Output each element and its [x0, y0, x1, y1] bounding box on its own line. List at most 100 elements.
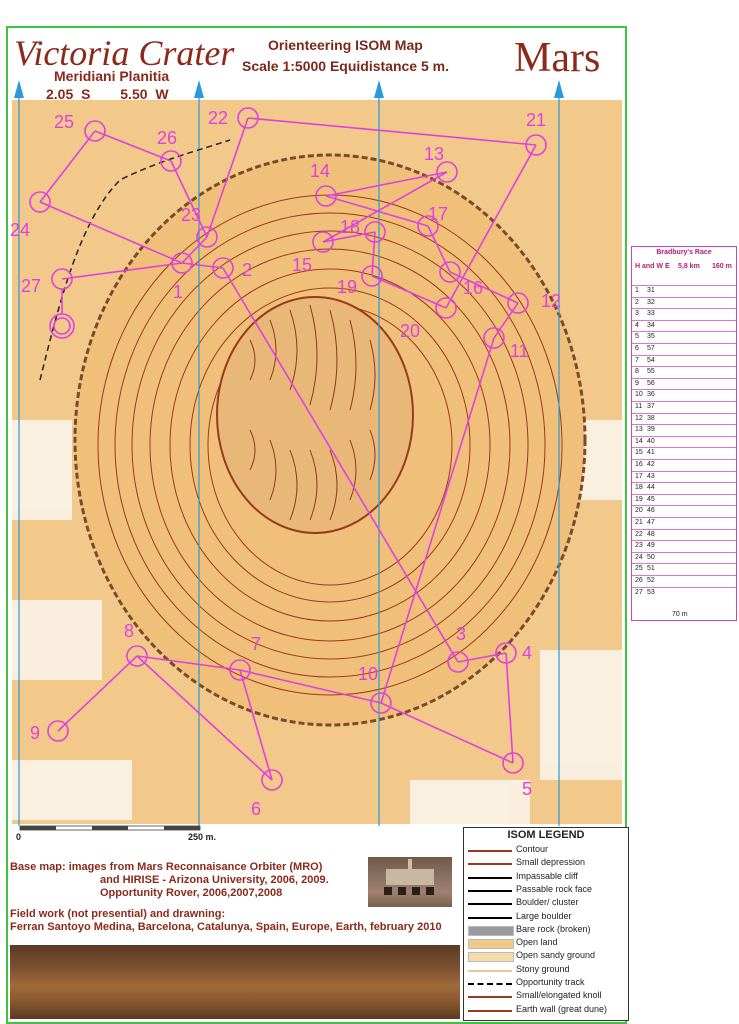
race-row: 3 33 — [632, 308, 736, 320]
race-control-code: 51 — [647, 565, 655, 573]
race-control-number: 19 — [635, 495, 643, 503]
race-row: 4 34 — [632, 319, 736, 332]
scale-end: 250 m. — [188, 832, 217, 842]
control-number-label: 20 — [400, 321, 420, 341]
race-control-code: 46 — [647, 507, 655, 515]
race-control-code: 38 — [647, 414, 655, 422]
dune-field — [216, 296, 414, 534]
scale-text: Scale 1:5000 Equidistance 5 m. — [242, 58, 449, 74]
race-control-code: 49 — [647, 542, 655, 550]
race-row: 21 47 — [632, 517, 736, 529]
race-control-code: 37 — [647, 403, 655, 410]
crater-panorama-photo — [10, 945, 460, 1019]
control-number-label: 16 — [463, 278, 483, 298]
map-type-title: Orienteering ISOM Map — [268, 37, 423, 53]
control-number-label: 10 — [358, 664, 378, 684]
control-number-label: 26 — [157, 128, 177, 148]
race-control-code: 48 — [647, 530, 655, 538]
race-control-code: 47 — [647, 519, 655, 526]
legend-item: Small/elongated knoll — [516, 990, 602, 1001]
race-row: 25 51 — [632, 563, 736, 575]
race-control-number: 2 — [635, 298, 639, 306]
race-row: 14 40 — [632, 435, 736, 448]
legend-symbol — [468, 969, 512, 972]
race-control-code: 41 — [647, 449, 655, 457]
control-number-label: 21 — [526, 110, 546, 130]
isom-legend: ISOM LEGEND Contour Small depression Impas… — [463, 827, 629, 1021]
race-code-header: H and W E — [635, 263, 670, 270]
race-control-number: 25 — [635, 565, 643, 573]
race-control-code: 34 — [647, 321, 655, 329]
control-number-label: 17 — [428, 204, 448, 224]
race-control-code: 54 — [647, 356, 655, 364]
race-control-code: 35 — [647, 333, 655, 341]
race-control-code: 52 — [647, 577, 655, 584]
race-row: 9 56 — [632, 377, 736, 390]
race-control-code: 44 — [647, 484, 655, 492]
race-row: 27 53 — [632, 586, 736, 599]
legend-item: Bare rock (broken) — [516, 923, 591, 934]
race-row: 6 57 — [632, 343, 736, 355]
control-number-label: 18 — [340, 217, 360, 237]
longitude: 5.50 W — [120, 86, 169, 102]
race-control-code: 33 — [647, 310, 655, 318]
legend-symbol — [468, 863, 512, 866]
race-control-code: 36 — [647, 391, 655, 399]
legend-item: Boulder/ cluster — [516, 897, 579, 908]
race-control-number: 11 — [635, 403, 643, 410]
legend-item: Small depression — [516, 857, 586, 868]
race-control-code: 57 — [647, 345, 655, 352]
legend-symbol — [468, 876, 512, 879]
race-climb: 160 m — [712, 263, 732, 270]
race-control-code: 53 — [647, 588, 655, 596]
control-number-label: 15 — [292, 255, 312, 275]
control-number-label: 3 — [456, 624, 466, 644]
control-number-label: 4 — [522, 643, 532, 663]
coordinates: 2.05 S 5.50 W — [46, 86, 169, 102]
race-row: 1 31 — [632, 285, 736, 297]
race-control-code: 56 — [647, 379, 655, 387]
legend-item: Impassable cliff — [516, 870, 578, 881]
race-control-number: 13 — [635, 426, 643, 434]
race-control-number: 22 — [635, 530, 643, 538]
control-number-label: 11 — [510, 341, 529, 361]
legend-item: Open land — [516, 937, 558, 948]
legend-item: Passable rock face — [516, 883, 593, 894]
control-number-label: 14 — [310, 161, 330, 181]
race-control-number: 17 — [635, 472, 643, 480]
control-number-label: 27 — [21, 276, 41, 296]
race-row: 17 43 — [632, 470, 736, 483]
race-title: Bradbury's Race — [656, 249, 712, 256]
race-control-code: 32 — [647, 298, 655, 306]
race-control-number: 16 — [635, 461, 643, 468]
planet-name: Mars — [514, 35, 601, 81]
race-control-code: 45 — [647, 495, 655, 503]
control-number-label: 24 — [10, 220, 30, 240]
legend-symbol — [468, 1009, 512, 1012]
race-control-number: 23 — [635, 542, 643, 550]
region-name: Meridiani Planitia — [54, 68, 170, 84]
legend-title: ISOM LEGEND — [507, 829, 585, 841]
race-row: 2 32 — [632, 296, 736, 309]
race-control-number: 3 — [635, 310, 639, 318]
race-row: 23 49 — [632, 540, 736, 552]
fieldwork-line-1: Field work (not presential) and drawning… — [10, 908, 226, 920]
credits-line-3: Opportunity Rover, 2006,2007,2008 — [100, 887, 283, 899]
credits-line-1: Base map: images from Mars Reconnaisance… — [10, 861, 323, 873]
legend-item: Earth wall (great dune) — [516, 1003, 608, 1014]
credits-block: Base map: images from Mars Reconnaisance… — [10, 861, 329, 900]
legend-symbol — [468, 939, 514, 950]
race-control-number: 10 — [635, 391, 643, 399]
race-control-number: 21 — [635, 519, 643, 526]
control-number-label: 6 — [251, 799, 261, 819]
race-row: 24 50 — [632, 551, 736, 564]
credits-line-2: and HIRISE - Arizona University, 2006, 2… — [100, 874, 329, 886]
legend-symbol — [468, 925, 514, 936]
race-footer: 70 m — [672, 611, 688, 618]
scale-start: 0 — [16, 832, 22, 842]
control-number-label: 8 — [124, 621, 134, 641]
legend-symbol — [468, 850, 512, 852]
control-number-label: 19 — [337, 277, 357, 297]
race-row: 20 46 — [632, 505, 736, 517]
legend-symbol — [468, 916, 512, 919]
